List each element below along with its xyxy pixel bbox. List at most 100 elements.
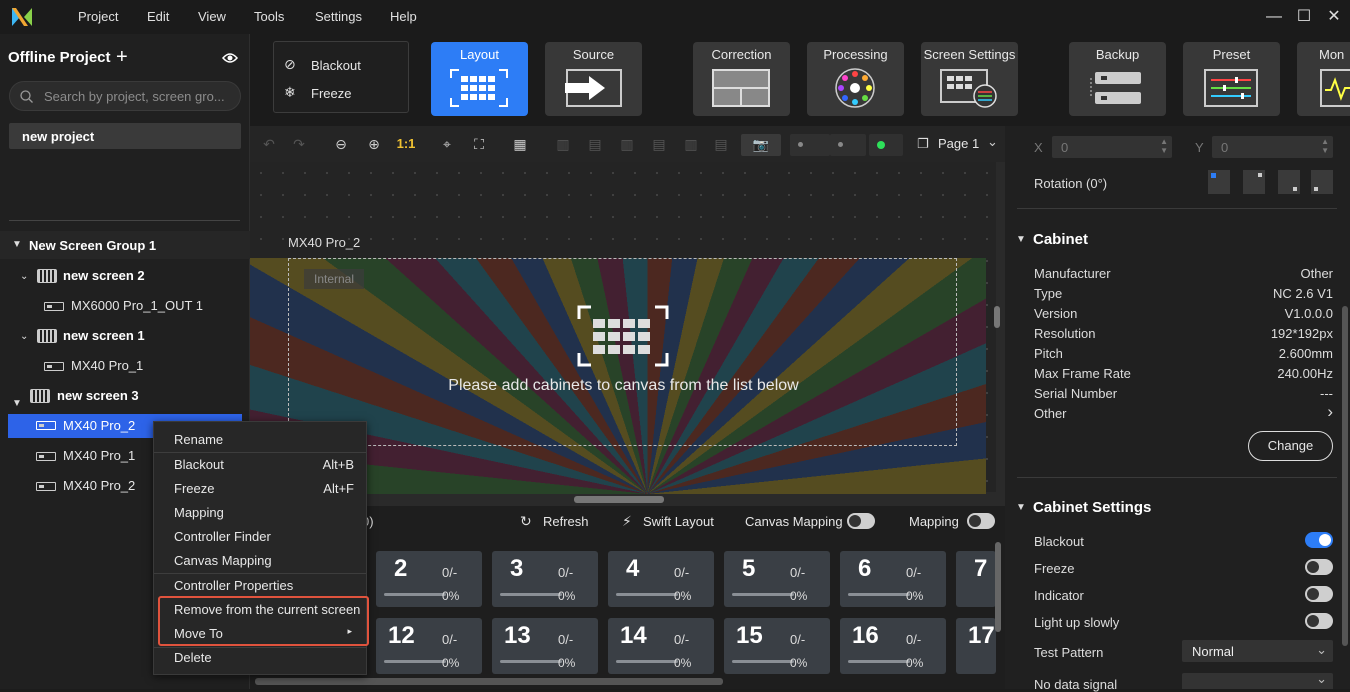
chevron-right-icon[interactable]: › <box>1327 402 1333 422</box>
zoom-in-icon[interactable]: ⊕ <box>365 135 383 153</box>
cabinet-tile[interactable]: 14 0/- 0% <box>608 618 714 674</box>
minimize-icon[interactable]: — <box>1262 6 1286 28</box>
canvas-scrollbar-v[interactable] <box>994 306 1000 328</box>
menu-move-to[interactable]: Move To <box>174 626 223 641</box>
menu-mapping[interactable]: Mapping <box>174 505 224 520</box>
mapping-toggle[interactable] <box>967 513 995 529</box>
menu-controller-finder[interactable]: Controller Finder <box>174 529 271 544</box>
blackout-button[interactable]: ⊘ Blackout <box>284 56 404 76</box>
redo-icon[interactable]: ↷ <box>290 135 308 153</box>
refresh-button[interactable]: ↻ Refresh <box>520 513 610 532</box>
menu-blackout[interactable]: Blackout <box>174 457 224 472</box>
menu-tools[interactable]: Tools <box>254 9 284 24</box>
align-middle-icon[interactable]: ▤ <box>650 135 668 153</box>
fit-screen-icon[interactable]: ⛶ <box>470 135 488 153</box>
view-toggle-3[interactable] <box>869 134 903 156</box>
maximize-icon[interactable]: ☐ <box>1292 6 1316 28</box>
project-item[interactable]: new project <box>9 123 241 149</box>
chevron-down-icon[interactable]: ▼ <box>1016 234 1026 245</box>
cabinet-tile[interactable]: 3 0/- 0% <box>492 551 598 607</box>
tree-screen-row[interactable]: ⌄ new screen 2 <box>0 262 250 290</box>
chevron-down-icon[interactable]: ▼ <box>1016 502 1026 513</box>
list-scrollbar-v[interactable] <box>995 542 1001 632</box>
rotation-br[interactable] <box>1278 170 1300 194</box>
cabinet-tile[interactable]: 15 0/- 0% <box>724 618 830 674</box>
chevron-down-icon[interactable]: ▼ <box>12 239 22 250</box>
distribute-v-icon[interactable]: ▤ <box>712 135 730 153</box>
tree-screen-row[interactable]: ⌄ new screen 1 <box>0 322 250 350</box>
rotation-tl[interactable] <box>1208 170 1230 194</box>
chevron-down-icon[interactable]: ⌄ <box>987 134 998 150</box>
menu-delete[interactable]: Delete <box>174 650 212 665</box>
align-top-icon[interactable]: ▥ <box>618 135 636 153</box>
canvas-scrollbar-h[interactable] <box>574 496 664 503</box>
zoom-actual-button[interactable]: 1:1 <box>393 135 419 153</box>
view-toggle-1[interactable] <box>790 134 830 156</box>
search-input[interactable]: Search by project, screen gro... <box>9 81 241 111</box>
canvas-mapping-toggle[interactable] <box>847 513 875 529</box>
menu-remove-from-screen[interactable]: Remove from the current screen <box>174 602 360 617</box>
align-left-icon[interactable]: ▥ <box>554 135 572 153</box>
distribute-h-icon[interactable]: ▥ <box>682 135 700 153</box>
view-toggle-2[interactable] <box>830 134 866 156</box>
eye-icon[interactable] <box>222 52 238 64</box>
cabinet-tile[interactable]: 2 0/- 0% <box>376 551 482 607</box>
cabinet-tile[interactable]: 5 0/- 0% <box>724 551 830 607</box>
indicator-toggle[interactable] <box>1305 586 1333 602</box>
page-selector[interactable]: Page 1 <box>938 136 979 151</box>
y-input[interactable]: 0 ▲ ▼ <box>1212 136 1333 158</box>
menu-rename[interactable]: Rename <box>174 432 223 447</box>
rotation-bl[interactable] <box>1311 170 1333 194</box>
menu-view[interactable]: View <box>198 9 226 24</box>
menu-help[interactable]: Help <box>390 9 417 24</box>
undo-icon[interactable]: ↶ <box>260 135 278 153</box>
swift-layout-button[interactable]: ⚡ Swift Layout <box>622 513 722 532</box>
rotation-tr[interactable] <box>1243 170 1265 194</box>
list-scrollbar-h[interactable] <box>255 678 723 685</box>
chevron-down-icon[interactable]: ⌄ <box>20 323 28 351</box>
no-data-signal-select[interactable]: ⌄ <box>1182 671 1333 689</box>
zoom-out-icon[interactable]: ⊖ <box>332 135 350 153</box>
tree-group-row[interactable]: ▼ New Screen Group 1 <box>0 231 250 259</box>
change-button[interactable]: Change <box>1248 431 1333 461</box>
tab-processing[interactable]: Processing <box>807 42 904 116</box>
cabinet-tile[interactable]: 6 0/- 0% <box>840 551 946 607</box>
menu-controller-properties[interactable]: Controller Properties <box>174 578 293 593</box>
panel-scrollbar[interactable] <box>1342 306 1348 646</box>
menu-freeze[interactable]: Freeze <box>174 481 214 496</box>
freeze-button[interactable]: ❄ Freeze <box>284 84 404 104</box>
spinner-icon[interactable]: ▲ ▼ <box>1321 137 1329 155</box>
camera-icon[interactable]: 📷 <box>741 134 781 156</box>
cabinet-tile[interactable]: 7 <box>956 551 996 607</box>
tab-monitoring[interactable]: Mon <box>1297 42 1350 116</box>
menu-project[interactable]: Project <box>78 9 118 24</box>
align-center-icon[interactable]: ▤ <box>586 135 604 153</box>
cabinet-tile[interactable]: 12 0/- 0% <box>376 618 482 674</box>
tab-source[interactable]: Source <box>545 42 642 116</box>
grid-icon[interactable]: ▦ <box>511 135 529 153</box>
cabinet-tile[interactable]: 13 0/- 0% <box>492 618 598 674</box>
cabinet-tile[interactable]: 16 0/- 0% <box>840 618 946 674</box>
tab-preset[interactable]: Preset <box>1183 42 1280 116</box>
cabinet-tile[interactable]: 17 <box>956 618 996 674</box>
add-project-icon[interactable]: + <box>116 46 128 69</box>
x-input[interactable]: 0 ▲ ▼ <box>1052 136 1172 158</box>
tree-controller-row[interactable]: MX40 Pro_1 <box>0 352 250 380</box>
screen-frame[interactable]: Internal Please add cabinets to canvas f… <box>288 258 957 446</box>
chevron-down-icon[interactable]: ⌄ <box>20 263 28 291</box>
menu-canvas-mapping[interactable]: Canvas Mapping <box>174 553 272 568</box>
tree-screen-row[interactable]: ▼ new screen 3 <box>0 382 250 410</box>
light-up-slowly-toggle[interactable] <box>1305 613 1333 629</box>
tab-backup[interactable]: Backup <box>1069 42 1166 116</box>
cabinet-tile[interactable]: 4 0/- 0% <box>608 551 714 607</box>
tab-screen-settings[interactable]: Screen Settings <box>921 42 1018 116</box>
spinner-icon[interactable]: ▲ ▼ <box>1160 137 1168 155</box>
menu-settings[interactable]: Settings <box>315 9 362 24</box>
fit-icon[interactable]: ⌖ <box>438 135 456 153</box>
blackout-toggle[interactable] <box>1305 532 1333 548</box>
tab-correction[interactable]: Correction <box>693 42 790 116</box>
tree-controller-row[interactable]: MX6000 Pro_1_OUT 1 <box>0 292 250 320</box>
freeze-toggle[interactable] <box>1305 559 1333 575</box>
menu-edit[interactable]: Edit <box>147 9 169 24</box>
test-pattern-select[interactable]: Normal ⌄ <box>1182 640 1333 662</box>
